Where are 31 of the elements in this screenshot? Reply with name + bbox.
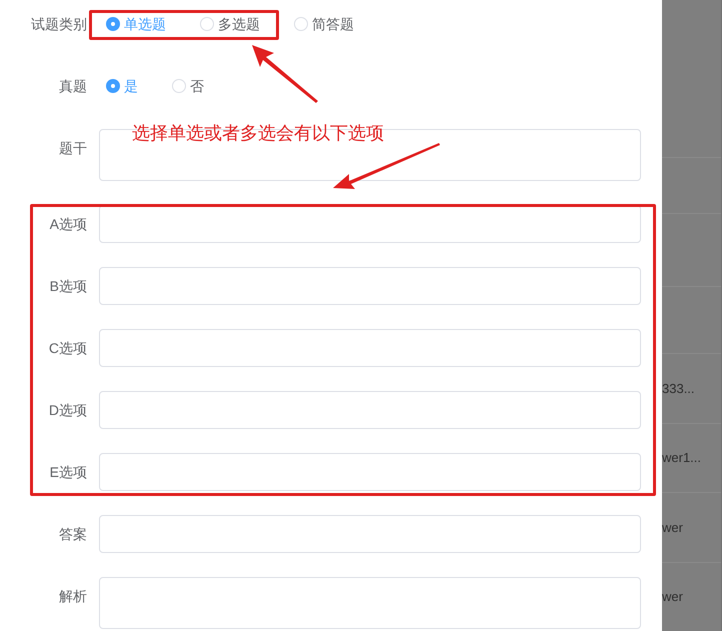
table-cell-text: wer: [662, 588, 683, 606]
field-label: 真题: [59, 77, 87, 96]
field-label: B选项: [50, 277, 87, 296]
field-label: 试题类别: [31, 15, 87, 34]
input-field[interactable]: [99, 453, 641, 491]
radio-icon: [200, 17, 214, 31]
radio-icon: [106, 79, 120, 93]
table-cell-text: wer: [662, 518, 683, 537]
field-label: E选项: [50, 463, 87, 482]
input-field[interactable]: [99, 391, 641, 429]
field-label: A选项: [50, 215, 87, 234]
table-cell-text: 333...: [662, 380, 695, 398]
input-field[interactable]: [99, 329, 641, 367]
table-cell-text: wer1...: [662, 449, 702, 468]
input-field[interactable]: [99, 205, 641, 243]
radio-option[interactable]: 简答题: [294, 14, 354, 34]
input-field[interactable]: [99, 267, 641, 305]
field-label: 解析: [59, 587, 87, 606]
radio-option[interactable]: 多选题: [200, 14, 260, 34]
radio-icon: [294, 17, 308, 31]
field-label: D选项: [48, 401, 87, 420]
field-label: 答案: [59, 525, 87, 544]
annotation-text: 选择单选或者多选会有以下选项: [132, 122, 384, 145]
radio-option[interactable]: 否: [172, 76, 204, 96]
arrow-icon: [331, 141, 441, 191]
radio-icon: [106, 17, 120, 31]
input-field[interactable]: [99, 515, 641, 553]
field-label: C选项: [48, 339, 87, 358]
radio-icon: [172, 79, 186, 93]
arrow-icon: [250, 43, 320, 105]
field-label: 题干: [59, 139, 87, 158]
